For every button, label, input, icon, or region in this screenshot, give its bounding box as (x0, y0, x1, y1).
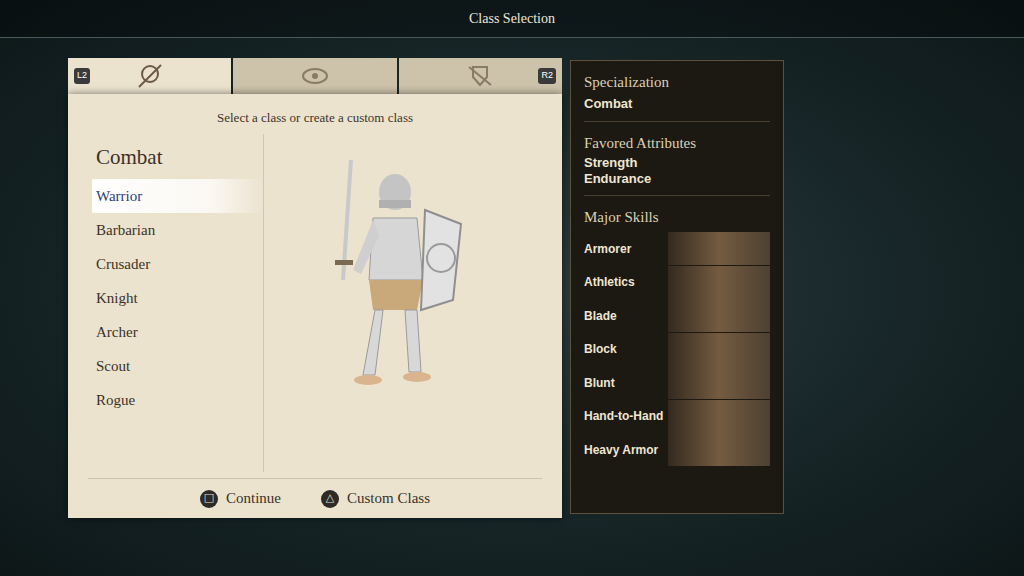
skill-art (668, 232, 770, 265)
skill-art (668, 333, 770, 366)
skill-art (668, 266, 770, 299)
skill-art (668, 299, 770, 332)
skill-art (668, 433, 770, 466)
skill-art (668, 366, 770, 399)
skill-row: Hand-to-Hand (584, 400, 770, 434)
attributes-heading: Favored Attributes (584, 132, 770, 155)
specialization-heading: Specialization (584, 71, 770, 94)
skill-row: Armorer (584, 232, 770, 266)
skill-row: Blade (584, 299, 770, 333)
skill-row: Athletics (584, 266, 770, 300)
skill-art (668, 400, 770, 433)
attribute: Endurance (584, 171, 770, 187)
category-tab[interactable]: L2 (68, 58, 231, 94)
class-item[interactable]: Crusader (92, 247, 263, 281)
class-item[interactable]: Barbarian (92, 213, 263, 247)
attribute: Strength (584, 155, 770, 171)
class-item[interactable]: Rogue (92, 383, 263, 417)
skill-row: Blunt (584, 366, 770, 400)
class-item[interactable]: Warrior (92, 179, 263, 213)
next-key: R2 (538, 68, 556, 84)
instruction-text: Select a class or create a custom class (217, 108, 413, 128)
prev-key: L2 (74, 68, 90, 84)
skill-row: Heavy Armor (584, 433, 770, 467)
category-heading: Combat (96, 142, 263, 174)
warrior-figure-icon (313, 140, 473, 400)
class-item[interactable]: Archer (92, 315, 263, 349)
category-tab[interactable]: R2 (399, 58, 562, 94)
title-bar: Class Selection (0, 0, 1024, 38)
tab-emblem-icon (300, 63, 330, 89)
skills-heading: Major Skills (584, 206, 770, 229)
specialization-value: Combat (584, 94, 770, 114)
class-item[interactable]: Scout (92, 349, 263, 383)
class-figure (264, 128, 562, 479)
footer-button[interactable]: △Custom Class (321, 487, 430, 510)
skill-row: Block (584, 333, 770, 367)
tab-emblem-icon (465, 63, 495, 89)
tab-emblem-icon (135, 63, 165, 89)
footer-button[interactable]: □Continue (200, 487, 281, 510)
class-panel: L2 R2 Select a class or create a custom c… (68, 58, 562, 518)
window-title: Class Selection (469, 8, 555, 29)
button-glyph: □ (200, 490, 218, 508)
details-panel: Specialization Combat Favored Attributes… (570, 60, 784, 514)
button-glyph: △ (321, 490, 339, 508)
class-item[interactable]: Knight (92, 281, 263, 315)
category-tab[interactable] (233, 58, 396, 94)
